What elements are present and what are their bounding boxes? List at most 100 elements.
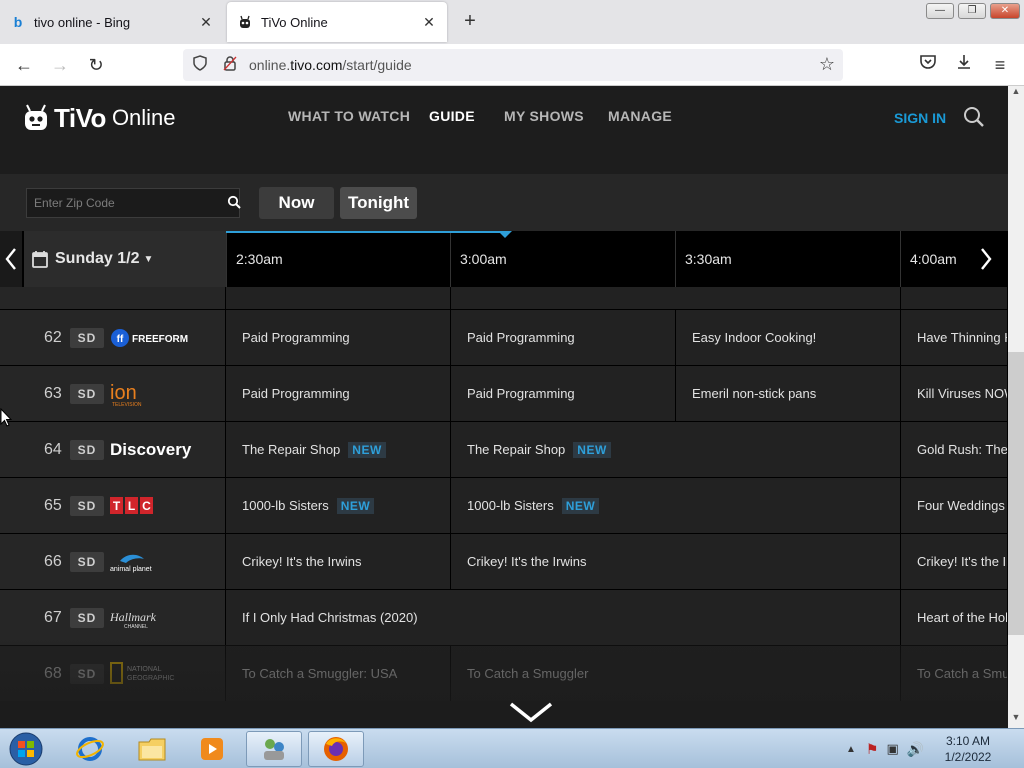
program-title: Paid Programming (242, 386, 350, 401)
browser-tab-bar: b tivo online - Bing ✕ TiVo Online ✕ + —… (0, 0, 1024, 44)
nav-guide[interactable]: GUIDE (429, 108, 475, 124)
pocket-icon[interactable] (916, 53, 940, 77)
action-center-icon[interactable]: ⚑ (866, 741, 879, 758)
tab-tivo[interactable]: TiVo Online ✕ (227, 2, 447, 42)
scrollbar-thumb[interactable] (1008, 352, 1024, 635)
program-cell[interactable]: Crikey! It's the Irwins (901, 534, 1008, 589)
sign-in-link[interactable]: SIGN IN (894, 110, 946, 126)
window-close-button[interactable]: ✕ (990, 3, 1020, 19)
guide-controls: Now Tonight (0, 174, 1008, 231)
program-title: Paid Programming (242, 330, 350, 345)
channel-cell[interactable]: 62 SD ff FREEFORM (24, 310, 226, 365)
program-title: Gold Rush: The Dirt (917, 442, 1008, 457)
program-title: Easy Indoor Cooking! (692, 330, 817, 345)
minimize-button[interactable]: — (926, 3, 954, 19)
program-cell[interactable]: Have Thinning Hair? (901, 310, 1008, 365)
start-button[interactable] (4, 730, 48, 768)
channel-number: 63 (44, 385, 62, 402)
channel-cell[interactable]: 63 SD ion TELEVISION (24, 366, 226, 421)
program-cell[interactable]: Gold Rush: The Dirt (901, 422, 1008, 477)
calendar-icon (32, 251, 48, 268)
internet-explorer-icon[interactable] (62, 731, 118, 767)
system-clock[interactable]: 3:10 AM 1/2/2022 (934, 733, 1002, 765)
scroll-up-arrow[interactable]: ▲ (1008, 86, 1024, 102)
control-panel-icon[interactable] (246, 731, 302, 767)
restore-button[interactable]: ❐ (958, 3, 986, 19)
program-cell[interactable]: 1000-lb Sisters NEW (226, 478, 451, 533)
tab-bing[interactable]: b tivo online - Bing ✕ (0, 2, 224, 42)
program-title: 1000-lb Sisters (242, 498, 329, 513)
date-label: Sunday 1/2 (55, 250, 140, 267)
zip-search-icon[interactable] (227, 195, 243, 211)
svg-text:T: T (113, 499, 121, 513)
program-cell[interactable]: Easy Indoor Cooking! (676, 310, 901, 365)
animal-planet-logo: animal planet (110, 547, 200, 577)
brand-suffix: Online (111, 105, 176, 130)
reload-icon[interactable]: ↻ (84, 53, 108, 77)
now-button[interactable]: Now (259, 187, 334, 219)
volume-icon[interactable]: 🔊 (907, 741, 924, 758)
program-cell[interactable]: The Repair Shop NEW (226, 422, 451, 477)
channel-number: 66 (44, 553, 62, 570)
channel-number: 64 (44, 441, 62, 458)
back-icon[interactable]: ← (12, 53, 36, 77)
new-badge: NEW (336, 497, 375, 514)
new-tab-button[interactable]: + (458, 10, 482, 34)
program-cell[interactable]: 1000-lb Sisters NEW (451, 478, 901, 533)
tivo-logo[interactable]: TiVo Online (24, 100, 176, 136)
tab-title: TiVo Online (261, 14, 328, 30)
forward-icon[interactable]: → (48, 53, 72, 77)
next-time-button[interactable] (968, 231, 1008, 287)
media-player-icon[interactable] (184, 731, 240, 767)
close-tab-icon[interactable]: ✕ (421, 14, 437, 30)
program-cell[interactable]: Paid Programming (451, 310, 676, 365)
bookmark-star-icon[interactable]: ☆ (819, 54, 835, 75)
firefox-icon[interactable] (308, 731, 364, 767)
downloads-icon[interactable] (952, 53, 976, 77)
program-cell[interactable]: Four Weddings (901, 478, 1008, 533)
scroll-down-icon[interactable] (508, 700, 554, 724)
svg-text:L: L (128, 499, 135, 513)
tlc-logo: TLC (110, 491, 200, 521)
menu-icon[interactable]: ≡ (988, 53, 1012, 77)
guide-row-partial (0, 287, 1008, 309)
previous-time-button[interactable] (0, 231, 22, 287)
scroll-down-arrow[interactable]: ▼ (1008, 712, 1024, 728)
channel-number: 62 (44, 329, 62, 346)
channel-cell[interactable]: 65 SD T L C (24, 478, 226, 533)
program-cell[interactable]: Paid Programming (226, 366, 451, 421)
program-cell[interactable]: Crikey! It's the Irwins (226, 534, 451, 589)
program-title: Paid Programming (467, 386, 575, 401)
discovery-logo: Discovery (110, 435, 200, 465)
program-cell[interactable]: Emeril non-stick pans (676, 366, 901, 421)
ion-logo: ion TELEVISION (110, 379, 200, 409)
file-explorer-icon[interactable] (124, 731, 180, 767)
close-tab-icon[interactable]: ✕ (198, 14, 214, 30)
nav-manage[interactable]: MANAGE (608, 108, 672, 124)
address-bar[interactable]: online.tivo.com/start/guide ☆ (183, 49, 843, 81)
channel-cell[interactable]: 66 SD animal planet (24, 534, 226, 589)
shield-icon[interactable] (187, 55, 213, 75)
tray-expand-icon[interactable]: ▲ (846, 744, 856, 755)
zip-code-field[interactable] (26, 188, 243, 218)
channel-cell[interactable]: 64 SD Discovery (24, 422, 226, 477)
lock-icon[interactable] (217, 55, 243, 75)
tonight-button[interactable]: Tonight (340, 187, 417, 219)
program-cell[interactable]: Paid Programming (451, 366, 676, 421)
network-icon[interactable]: ▣ (886, 741, 898, 757)
channel-row: 66 SD animal planet Crikey! It's the Irwins… (0, 533, 1008, 589)
program-cell[interactable]: Kill Viruses NOW! (901, 366, 1008, 421)
program-title: Crikey! It's the Irwins (467, 554, 587, 569)
time-slot: 3:30am (675, 231, 900, 287)
program-cell[interactable]: The Repair Shop NEW (451, 422, 901, 477)
program-cell[interactable]: Crikey! It's the Irwins (451, 534, 901, 589)
zip-code-input[interactable] (34, 196, 204, 210)
program-title: Emeril non-stick pans (692, 386, 817, 401)
program-cell[interactable]: Paid Programming (226, 310, 451, 365)
search-icon[interactable] (962, 105, 986, 129)
chevron-left-icon (5, 248, 16, 270)
nav-what-to-watch[interactable]: WHAT TO WATCH (288, 108, 410, 124)
nav-my-shows[interactable]: MY SHOWS (504, 108, 584, 124)
new-badge: NEW (348, 441, 386, 458)
date-selector[interactable]: Sunday 1/2 ▼ (24, 231, 226, 287)
